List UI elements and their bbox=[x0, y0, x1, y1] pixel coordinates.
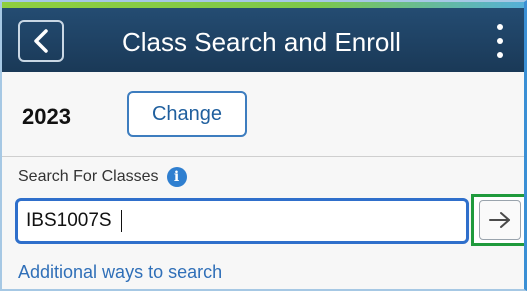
info-icon[interactable]: i bbox=[166, 167, 187, 187]
additional-ways-to-search-link[interactable]: Additional ways to search bbox=[18, 261, 222, 283]
search-go-button-inner bbox=[479, 200, 521, 240]
chevron-left-icon bbox=[34, 29, 48, 53]
change-term-button[interactable]: Change bbox=[127, 91, 247, 137]
search-label-row: Search For Classes i bbox=[18, 167, 187, 187]
text-caret bbox=[121, 210, 122, 232]
arrow-right-icon bbox=[489, 212, 510, 228]
kebab-menu-icon[interactable] bbox=[492, 24, 508, 58]
app-header: Class Search and Enroll bbox=[2, 8, 524, 72]
term-year: 2023 bbox=[22, 104, 71, 129]
kebab-dot bbox=[497, 38, 503, 44]
search-section: Search For Classes i Additional ways to … bbox=[2, 157, 524, 289]
search-label: Search For Classes bbox=[18, 168, 159, 185]
kebab-dot bbox=[497, 52, 503, 58]
page-title: Class Search and Enroll bbox=[122, 27, 401, 57]
search-input[interactable] bbox=[18, 201, 466, 241]
app-frame: Class Search and Enroll 2023 Change Sear… bbox=[0, 0, 527, 291]
search-go-button[interactable] bbox=[471, 194, 524, 246]
term-row: 2023 Change bbox=[2, 72, 524, 157]
kebab-dot bbox=[497, 24, 503, 30]
back-button[interactable] bbox=[18, 20, 64, 62]
search-input-wrapper bbox=[15, 198, 469, 244]
